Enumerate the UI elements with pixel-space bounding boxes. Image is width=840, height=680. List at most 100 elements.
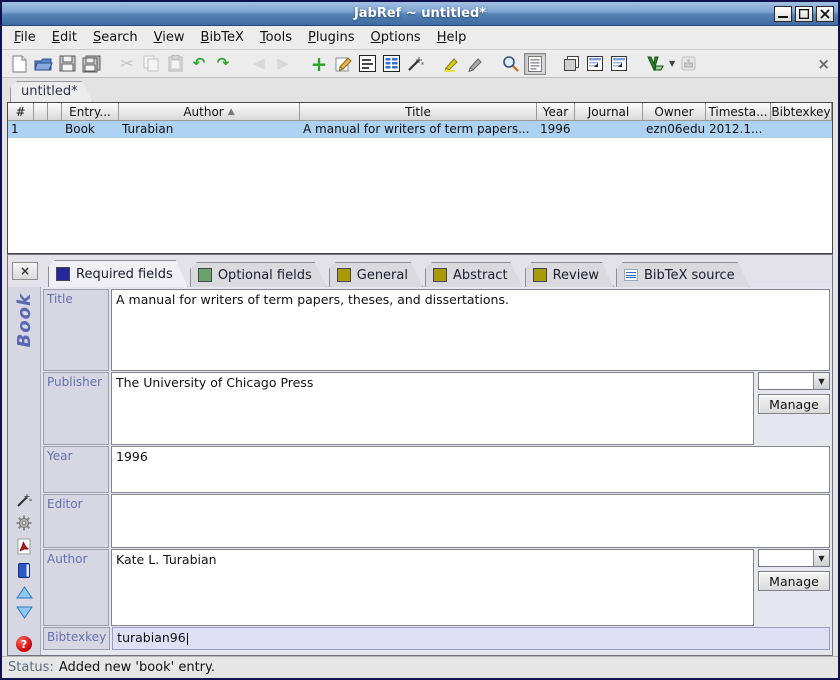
- col-header-entrytype[interactable]: Entry...: [62, 103, 119, 121]
- redo-button[interactable]: ↷: [212, 53, 234, 75]
- publisher-word-combobox[interactable]: ▼: [758, 372, 830, 390]
- tab-bibtex-source[interactable]: BibTeX source: [616, 262, 750, 287]
- cut-button[interactable]: ✂: [116, 53, 138, 75]
- tab-untitled[interactable]: untitled*: [10, 81, 93, 102]
- abstract-tab-icon: [433, 268, 447, 282]
- col-header-bibtexkey[interactable]: Bibtexkey: [771, 103, 832, 121]
- previous-entry-button[interactable]: [16, 586, 33, 599]
- col-header-year[interactable]: Year: [537, 103, 575, 121]
- save-all-button[interactable]: [80, 53, 102, 75]
- publisher-field-input[interactable]: The University of Chicago Press: [111, 372, 754, 445]
- new-entry-button[interactable]: +: [308, 53, 330, 75]
- import-page-icon: [610, 55, 628, 72]
- toggle-preview-button[interactable]: [524, 53, 546, 75]
- settings-button[interactable]: [16, 515, 32, 531]
- edit-strings-button[interactable]: [356, 53, 378, 75]
- search-icon: [502, 55, 520, 73]
- magic-wand-icon: [16, 492, 32, 508]
- field-row-bibtexkey: Bibtexkey turabian96: [43, 627, 830, 650]
- col-header-journal[interactable]: Journal: [575, 103, 643, 121]
- field-row-editor: Editor: [43, 494, 830, 548]
- tab-review[interactable]: Review: [525, 262, 614, 287]
- editor-field-input[interactable]: [111, 494, 830, 548]
- col-header-title[interactable]: Title: [300, 103, 537, 121]
- unmark-entries-button[interactable]: [464, 53, 486, 75]
- status-prefix: Status:: [8, 660, 54, 675]
- openoffice-export-button[interactable]: [644, 53, 666, 75]
- open-book-button[interactable]: [17, 562, 32, 579]
- edit-entry-button[interactable]: [332, 53, 354, 75]
- col-header-timestamp[interactable]: Timesta...: [706, 103, 771, 121]
- statusbar: Status: Added new 'book' entry.: [2, 656, 838, 678]
- autogenerate-keys-button[interactable]: [404, 53, 426, 75]
- generate-key-button[interactable]: [16, 492, 32, 508]
- cell-author: Turabian: [119, 121, 300, 138]
- cell-entrytype: Book: [62, 121, 119, 138]
- author-field-input[interactable]: Kate L. Turabian: [111, 549, 754, 626]
- menu-bibtex[interactable]: BibTeX: [193, 27, 252, 48]
- field-row-title: Title A manual for writers of term paper…: [43, 289, 830, 371]
- publisher-manage-button[interactable]: Manage: [758, 394, 830, 414]
- tab-required-fields[interactable]: Required fields: [48, 260, 188, 287]
- author-word-combobox[interactable]: ▼: [758, 549, 830, 567]
- fetch-citeseer-button[interactable]: [584, 53, 606, 75]
- back-button[interactable]: ◀: [248, 53, 270, 75]
- search-button[interactable]: [500, 53, 522, 75]
- tab-optional-fields[interactable]: Optional fields: [190, 262, 327, 287]
- title-field-input[interactable]: A manual for writers of term papers, the…: [111, 289, 830, 371]
- mark-entries-button[interactable]: [440, 53, 462, 75]
- menu-view[interactable]: View: [146, 27, 193, 48]
- copy-button[interactable]: [140, 53, 162, 75]
- help-button[interactable]: ?: [16, 636, 32, 652]
- author-manage-button[interactable]: Manage: [758, 571, 830, 591]
- menu-plugins[interactable]: Plugins: [300, 27, 363, 48]
- menu-tools[interactable]: Tools: [252, 27, 300, 48]
- cell-bibtexkey: [771, 121, 832, 138]
- menu-help[interactable]: Help: [429, 27, 475, 48]
- menu-file[interactable]: File: [6, 27, 44, 48]
- col-header-author[interactable]: Author ▲: [119, 103, 300, 121]
- duplicate-entry-button[interactable]: [560, 53, 582, 75]
- close-button[interactable]: [816, 6, 834, 22]
- forward-button[interactable]: ▶: [272, 53, 294, 75]
- publisher-field-label: Publisher: [43, 372, 109, 445]
- tab-general[interactable]: General: [329, 262, 423, 287]
- open-database-button[interactable]: [32, 53, 54, 75]
- year-field-input[interactable]: 1996: [111, 446, 830, 493]
- paste-button[interactable]: [164, 53, 186, 75]
- toolbar-close-icon[interactable]: ×: [817, 55, 832, 73]
- cell-owner: ezn06edu: [643, 121, 706, 138]
- new-database-button[interactable]: [8, 53, 30, 75]
- col-header-number[interactable]: #: [8, 103, 34, 121]
- editor-close-button[interactable]: ×: [12, 262, 38, 280]
- bibtexkey-field-input[interactable]: turabian96: [112, 627, 830, 650]
- save-database-button[interactable]: [56, 53, 78, 75]
- push-to-application-button[interactable]: [677, 53, 699, 75]
- open-pdf-button[interactable]: [16, 538, 32, 555]
- menu-options[interactable]: Options: [363, 27, 429, 48]
- bibtexkey-field-label: Bibtexkey: [43, 627, 110, 650]
- push-application-icon: [680, 55, 697, 72]
- titlebar[interactable]: JabRef ~ untitled*: [2, 2, 838, 26]
- undo-button[interactable]: ↶: [188, 53, 210, 75]
- pdf-icon: [16, 538, 32, 555]
- plus-icon: +: [311, 54, 328, 74]
- minimize-icon: [778, 9, 788, 19]
- table-row[interactable]: 1 Book Turabian A manual for writers of …: [8, 121, 832, 138]
- fetch-medline-button[interactable]: [608, 53, 630, 75]
- edit-preamble-button[interactable]: [380, 53, 402, 75]
- tab-abstract[interactable]: Abstract: [425, 262, 523, 287]
- menu-search[interactable]: Search: [85, 27, 146, 48]
- menu-edit[interactable]: Edit: [44, 27, 85, 48]
- col-header-owner[interactable]: Owner: [643, 103, 706, 121]
- maximize-button[interactable]: [795, 6, 813, 22]
- save-icon: [59, 55, 76, 72]
- down-arrow-icon: [16, 606, 33, 619]
- required-fields-icon: [56, 267, 70, 281]
- paste-icon: [168, 55, 183, 72]
- col-header-ranking[interactable]: [34, 103, 48, 121]
- col-header-file[interactable]: [48, 103, 62, 121]
- export-dropdown-icon[interactable]: ▼: [669, 59, 675, 68]
- next-entry-button[interactable]: [16, 606, 33, 619]
- minimize-button[interactable]: [774, 6, 792, 22]
